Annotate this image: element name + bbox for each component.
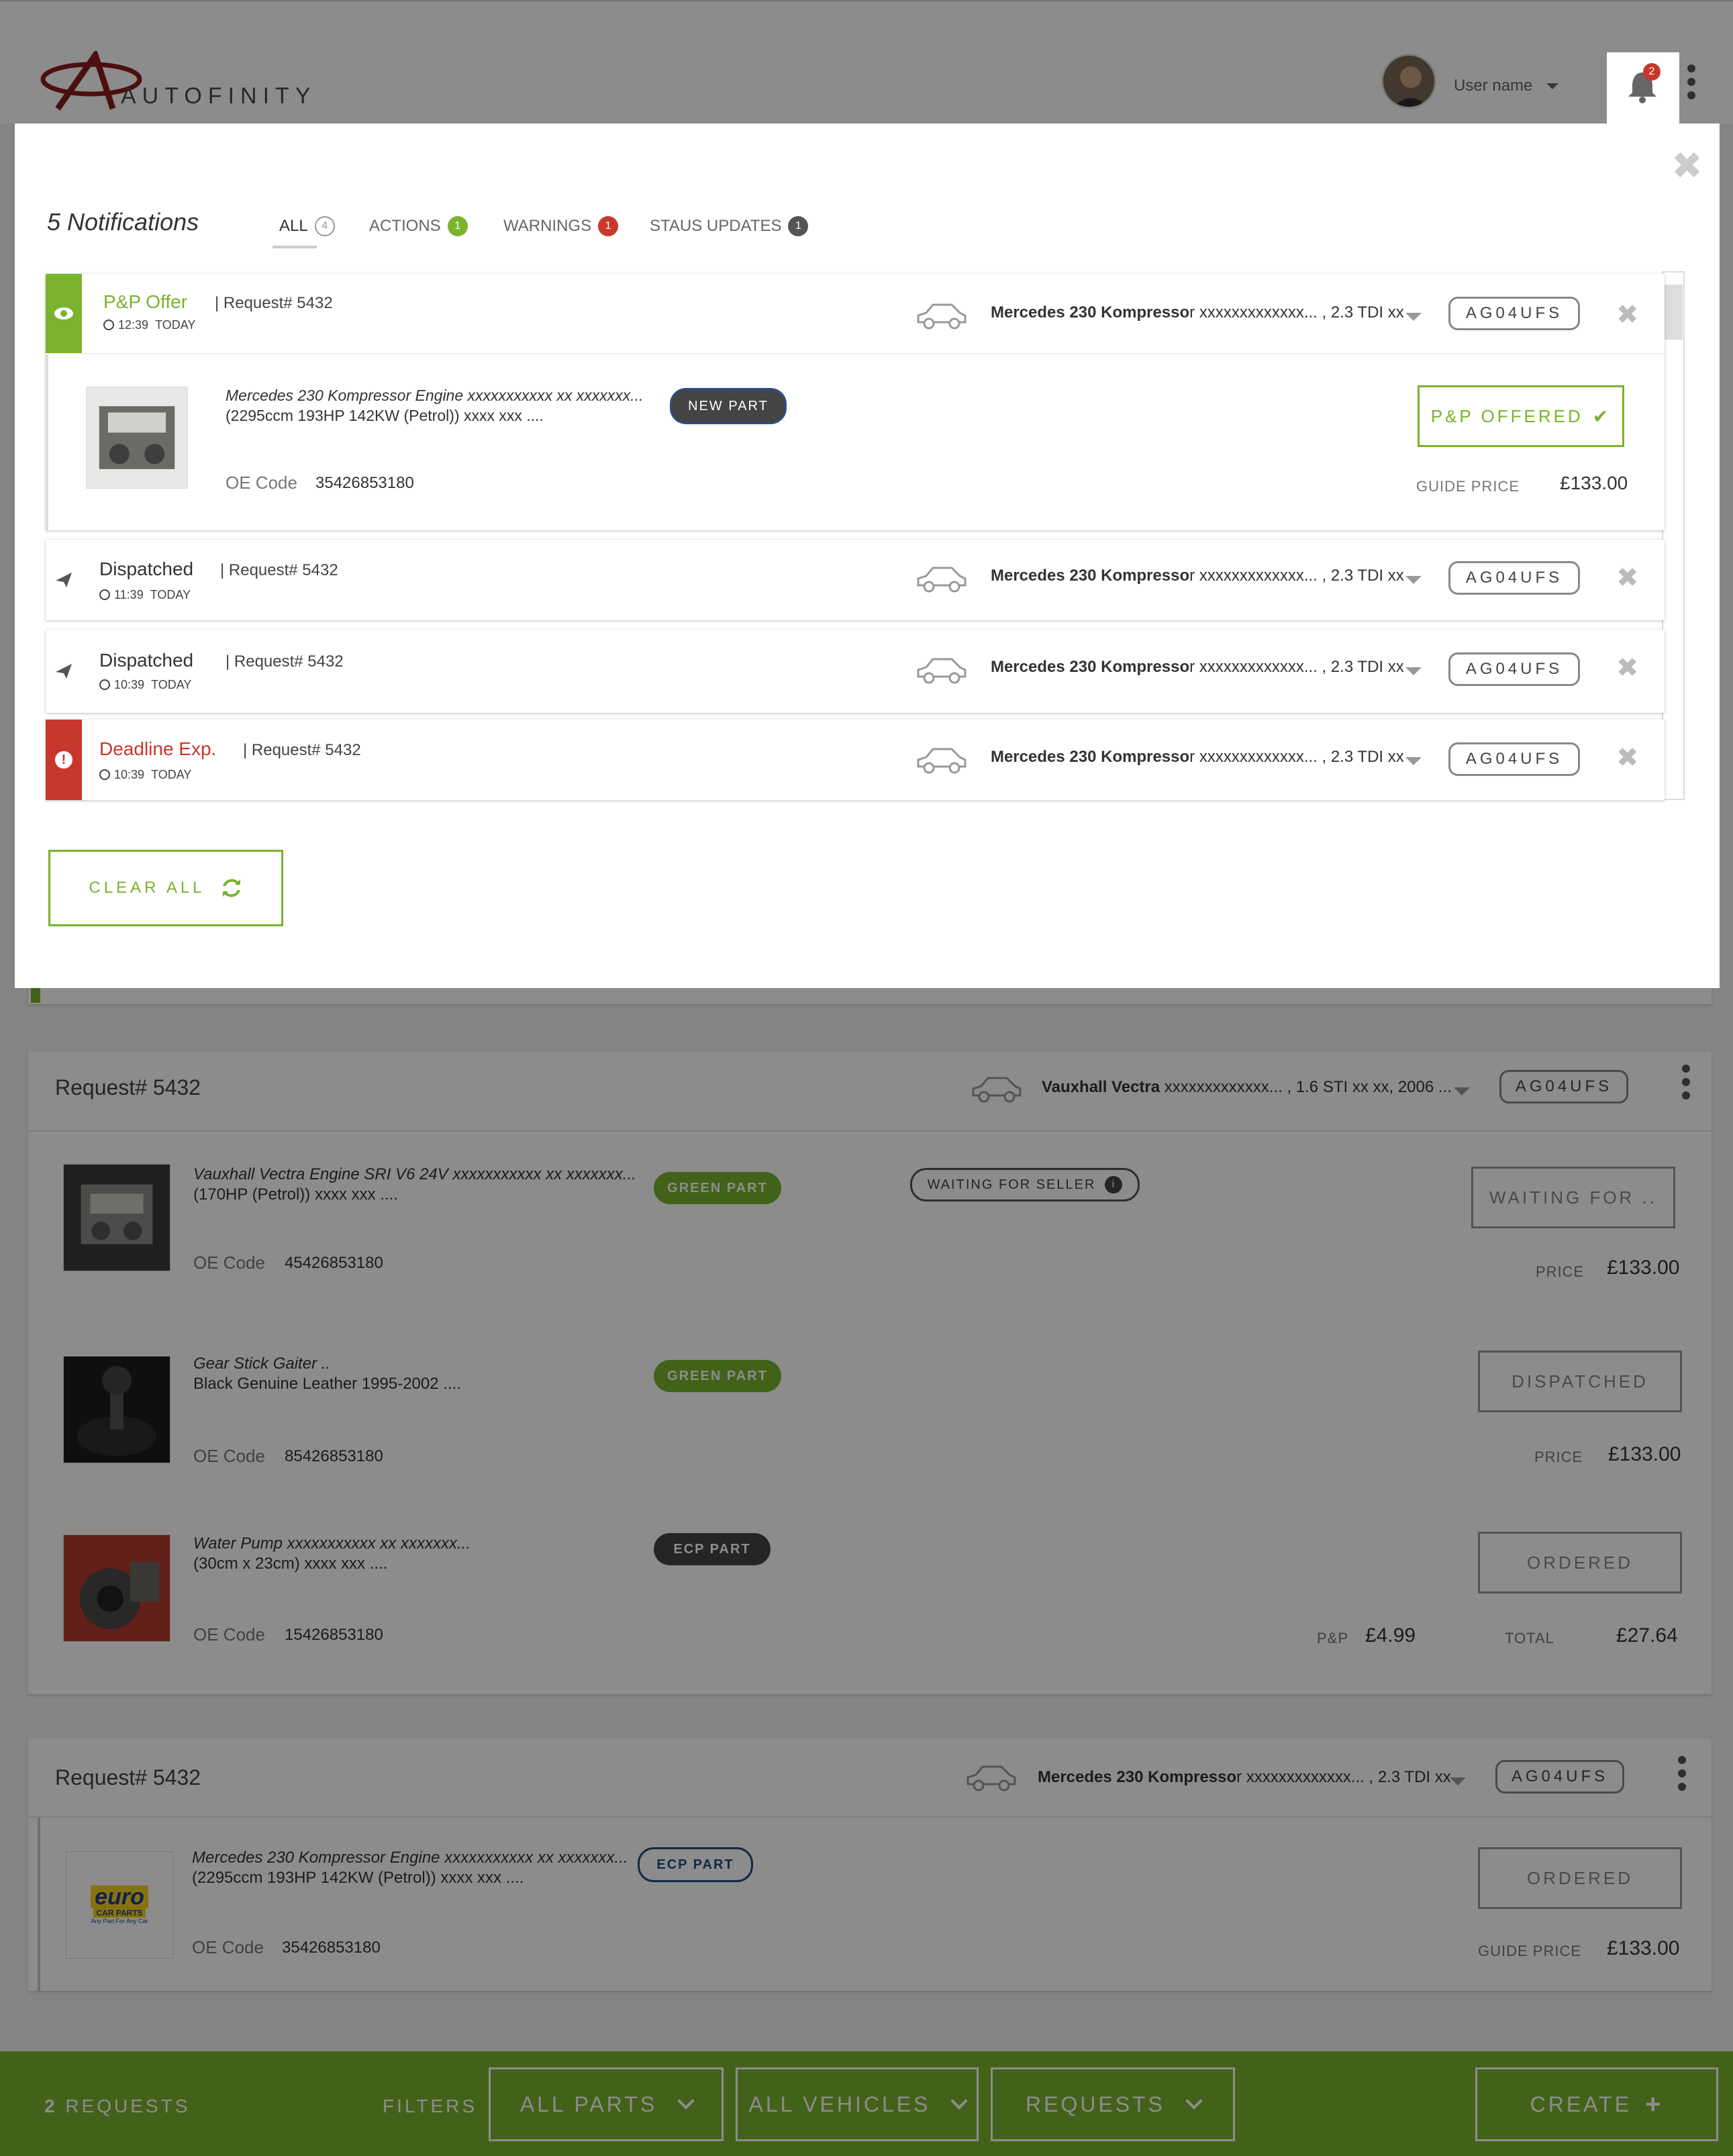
car-icon (917, 658, 967, 684)
modal-title: 5 Notifications (47, 208, 199, 236)
notifications-button-active[interactable]: 2 (1607, 52, 1679, 124)
notification-time: 11:39 TODAY (99, 588, 191, 602)
notification-item[interactable]: Dispatched | Request# 5432 11:39 TODAY M… (46, 540, 1665, 620)
notification-type-bar: ! (46, 720, 82, 800)
clear-all-button[interactable]: CLEAR ALL (48, 850, 283, 926)
vehicle-dropdown-icon[interactable] (1405, 757, 1422, 765)
notification-time: 12:39 TODAY (103, 318, 195, 332)
plate-badge: AG04UFS (1448, 742, 1580, 776)
vehicle-spec: r xxxxxxxxxxxxx... , 2.3 TDI xx (1189, 658, 1404, 676)
check-icon: ✔ (1592, 405, 1612, 427)
oe-code-label: OE Code (226, 473, 297, 493)
time-value: 10:39 (114, 768, 145, 781)
plate-badge: AG04UFS (1448, 561, 1580, 595)
vehicle-model: Mercedes 230 Kompresso (991, 567, 1190, 585)
day-value: TODAY (151, 678, 192, 691)
dismiss-icon[interactable]: ✖ (1616, 742, 1639, 773)
left-rule (46, 353, 48, 530)
clock-icon (99, 679, 110, 690)
dismiss-icon[interactable]: ✖ (1616, 562, 1639, 593)
vehicle-description: Mercedes 230 Kompressor xxxxxxxxxxxxx...… (991, 748, 1404, 767)
notification-item[interactable]: P&P Offer | Request# 5432 12:39 TODAY Me… (46, 274, 1665, 530)
divider (46, 353, 1665, 354)
oe-code-value: 35426853180 (315, 474, 414, 492)
vehicle-spec: r xxxxxxxxxxxxx... , 2.3 TDI xx (1189, 303, 1404, 322)
notification-type-bar (46, 274, 82, 353)
clock-icon (99, 769, 110, 780)
notification-time: 10:39 TODAY (99, 678, 191, 692)
notification-title: P&P Offer (103, 291, 188, 312)
plate-badge: AG04UFS (1448, 297, 1580, 330)
vehicle-dropdown-icon[interactable] (1405, 667, 1422, 675)
tab-label: WARNINGS (503, 217, 592, 235)
tab-actions[interactable]: ACTIONS 1 (369, 216, 468, 236)
vehicle-dropdown-icon[interactable] (1405, 576, 1422, 584)
eye-icon (54, 307, 73, 320)
vehicle-description: Mercedes 230 Kompressor xxxxxxxxxxxxx...… (991, 303, 1404, 322)
vehicle-spec: r xxxxxxxxxxxxx... , 2.3 TDI xx (1189, 567, 1404, 585)
tab-label: ALL (279, 217, 308, 235)
notification-type-bar (46, 540, 82, 620)
tab-label: STAUS UPDATES (650, 217, 782, 235)
vehicle-model: Mercedes 230 Kompresso (991, 303, 1190, 322)
dismiss-icon[interactable]: ✖ (1616, 299, 1639, 330)
vehicle-spec: r xxxxxxxxxxxxx... , 2.3 TDI xx (1189, 748, 1404, 766)
tab-status-updates[interactable]: STAUS UPDATES 1 (650, 216, 809, 236)
notification-title: Deadline Exp. (99, 738, 217, 759)
time-value: 11:39 (114, 588, 144, 601)
notification-item[interactable]: Dispatched | Request# 5432 10:39 TODAY M… (46, 630, 1665, 713)
refresh-icon (222, 879, 240, 897)
plate-badge: AG04UFS (1448, 652, 1580, 686)
tab-count: 1 (788, 216, 809, 236)
vehicle-description: Mercedes 230 Kompressor xxxxxxxxxxxxx...… (991, 658, 1404, 677)
clear-all-label: CLEAR ALL (89, 879, 205, 897)
tab-count: 1 (447, 216, 468, 236)
car-icon (917, 303, 967, 330)
guide-price-value: £133.00 (1560, 473, 1628, 493)
notification-item[interactable]: ! Deadline Exp. | Request# 5432 10:39 TO… (46, 720, 1665, 800)
tab-count: 1 (598, 216, 619, 236)
vehicle-model: Mercedes 230 Kompresso (991, 748, 1190, 766)
clock-icon (103, 320, 114, 330)
clock-icon (99, 589, 110, 600)
car-icon (917, 567, 967, 593)
time-value: 12:39 (118, 318, 149, 332)
close-icon[interactable]: ✖ (1671, 144, 1703, 188)
day-value: TODAY (151, 768, 192, 781)
part-description: (2295ccm 193HP 142KW (Petrol)) xxxx xxx … (226, 407, 544, 424)
warning-icon: ! (55, 751, 72, 769)
tab-warnings[interactable]: WARNINGS 1 (503, 216, 619, 236)
notification-title: Dispatched (99, 558, 194, 579)
pp-offered-button[interactable]: P&P OFFERED ✔ (1418, 385, 1624, 447)
car-icon (917, 748, 967, 774)
notification-title: Dispatched (99, 650, 194, 671)
notifications-modal: ✖ 5 Notifications ALL 4 ACTIONS 1 WARNIN… (15, 124, 1720, 988)
tab-active-underline (273, 246, 317, 248)
guide-price-label: GUIDE PRICE (1416, 478, 1520, 495)
vehicle-model: Mercedes 230 Kompresso (991, 658, 1190, 676)
bell-badge: 2 (1643, 63, 1661, 81)
day-value: TODAY (155, 318, 196, 332)
notification-request: | Request# 5432 (226, 652, 344, 671)
part-tag: NEW PART (670, 388, 787, 424)
tab-all[interactable]: ALL 4 (279, 216, 335, 236)
part-image-engine (86, 387, 188, 489)
notification-request: | Request# 5432 (220, 561, 338, 579)
notification-type-bar (46, 630, 82, 713)
notification-time: 10:39 TODAY (99, 768, 191, 782)
vehicle-description: Mercedes 230 Kompressor xxxxxxxxxxxxx...… (991, 567, 1404, 585)
dismiss-icon[interactable]: ✖ (1616, 652, 1639, 683)
vehicle-dropdown-icon[interactable] (1405, 313, 1422, 321)
part-name: Mercedes 230 Kompressor Engine xxxxxxxxx… (226, 387, 644, 404)
scrollbar[interactable] (1662, 271, 1685, 800)
pp-offered-label: P&P OFFERED (1430, 405, 1583, 426)
notification-request: | Request# 5432 (215, 294, 333, 312)
send-icon (56, 664, 72, 679)
send-icon (56, 573, 72, 587)
notification-request: | Request# 5432 (243, 741, 361, 759)
time-value: 10:39 (114, 678, 145, 691)
tab-count: 4 (314, 216, 335, 236)
tab-label: ACTIONS (369, 217, 441, 235)
day-value: TODAY (150, 588, 191, 601)
